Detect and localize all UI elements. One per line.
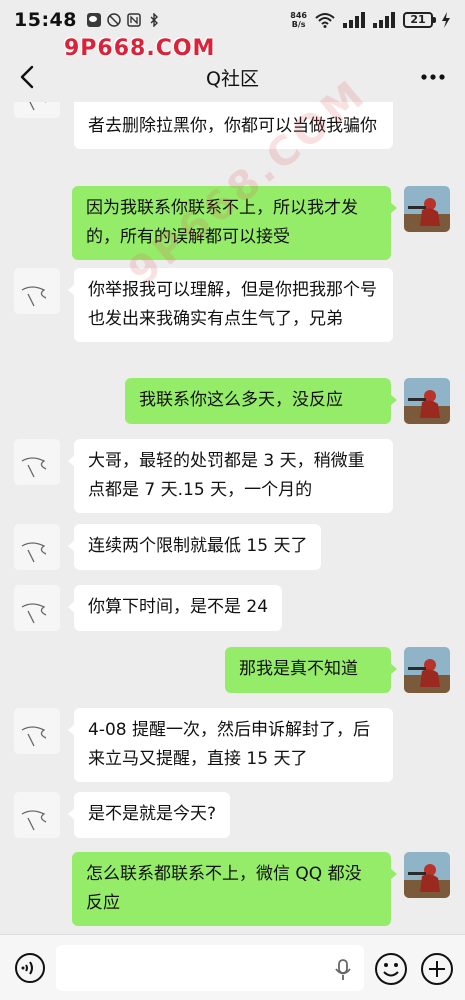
wechat-icon <box>86 13 101 27</box>
net-speed-value: 846 <box>290 11 307 20</box>
input-bar <box>0 934 465 1000</box>
avatar-self[interactable] <box>404 647 450 693</box>
message-bubble[interactable]: 连续两个限制就最低 15 天了 <box>67 524 322 570</box>
notification-icons <box>86 13 161 27</box>
avatar-sketch-icon <box>14 792 60 838</box>
message-input[interactable] <box>56 945 364 991</box>
plus-icon[interactable] <box>420 952 454 986</box>
avatar-sketch-icon <box>14 268 60 314</box>
chevron-left-icon[interactable] <box>16 64 40 90</box>
dnd-icon <box>107 13 121 27</box>
avatar-self-icon <box>404 186 450 232</box>
message-bubble[interactable]: 大哥，最轻的处罚都是 3 天，稍微重点都是 7 天.15 天，一个月的 <box>68 439 393 513</box>
avatar-other[interactable] <box>14 524 60 570</box>
chat-area[interactable]: 者去删除拉黑你，你都可以当做我骗你 因为我联系你联系不上，所以我才发的，所有的误… <box>0 102 465 934</box>
voice-icon[interactable] <box>14 952 46 984</box>
watermark-site: 9P668.COM <box>64 36 216 61</box>
avatar-sketch-icon <box>14 708 60 754</box>
battery-indicator: 21 <box>403 12 436 28</box>
avatar-self[interactable] <box>404 852 450 898</box>
avatar-self-icon <box>404 647 450 693</box>
status-time: 15:48 <box>14 9 77 31</box>
message-row: 者去删除拉黑你，你都可以当做我骗你 <box>14 102 393 149</box>
page-title: Q社区 <box>206 67 259 90</box>
avatar-self[interactable] <box>404 378 450 424</box>
message-row: 怎么联系都联系不上，微信 QQ 都没反应 <box>72 852 450 926</box>
emoji-icon[interactable] <box>374 952 408 986</box>
avatar-self[interactable] <box>404 186 450 232</box>
message-bubble[interactable]: 我联系你这么多天，没反应 <box>125 378 397 424</box>
wifi-icon <box>315 13 335 28</box>
message-row: 那我是真不知道 <box>225 647 450 693</box>
message-row: 因为我联系你联系不上，所以我才发的，所有的误解都可以接受 <box>72 186 450 260</box>
message-row: 你举报我可以理解，但是你把我那个号也发出来我确实有点生气了，兄弟 <box>14 268 393 342</box>
message-bubble[interactable]: 是不是就是今天? <box>67 792 231 838</box>
avatar-self-icon <box>404 852 450 898</box>
avatar-sketch-icon <box>14 102 60 118</box>
message-bubble[interactable]: 你举报我可以理解，但是你把我那个号也发出来我确实有点生气了，兄弟 <box>68 268 393 342</box>
avatar-other[interactable] <box>14 792 60 838</box>
more-dots-icon[interactable] <box>419 64 447 90</box>
avatar-sketch-icon <box>14 585 60 631</box>
nfc-icon <box>127 13 141 27</box>
message-row: 4-08 提醒一次，然后申诉解封了，后来立马又提醒，直接 15 天了 <box>14 708 393 782</box>
message-bubble[interactable]: 者去删除拉黑你，你都可以当做我骗你 <box>74 102 393 149</box>
signal-icon-2 <box>373 12 395 28</box>
avatar-other[interactable] <box>14 708 60 754</box>
message-bubble[interactable]: 因为我联系你联系不上，所以我才发的，所有的误解都可以接受 <box>72 186 397 260</box>
status-bar: 15:48 846 B/s 21 <box>0 0 465 40</box>
avatar-sketch-icon <box>14 439 60 485</box>
message-bubble[interactable]: 怎么联系都联系不上，微信 QQ 都没反应 <box>72 852 397 926</box>
avatar-sketch-icon <box>14 524 60 570</box>
net-speed-unit: B/s <box>291 20 306 29</box>
charging-icon <box>442 12 450 28</box>
message-row: 大哥，最轻的处罚都是 3 天，稍微重点都是 7 天.15 天，一个月的 <box>14 439 393 513</box>
net-speed: 846 B/s <box>290 11 307 29</box>
avatar-other[interactable] <box>14 268 60 314</box>
message-row: 连续两个限制就最低 15 天了 <box>14 524 322 570</box>
message-bubble[interactable]: 你算下时间，是不是 24 <box>67 585 283 631</box>
avatar-other[interactable] <box>14 439 60 485</box>
message-row: 我联系你这么多天，没反应 <box>125 378 450 424</box>
signal-icon <box>343 12 365 28</box>
message-bubble[interactable]: 4-08 提醒一次，然后申诉解封了，后来立马又提醒，直接 15 天了 <box>68 708 393 782</box>
status-right: 846 B/s 21 <box>290 11 451 29</box>
message-row: 你算下时间，是不是 24 <box>14 585 283 631</box>
bluetooth-icon <box>150 13 158 27</box>
message-bubble[interactable]: 那我是真不知道 <box>225 647 397 693</box>
avatar-other[interactable] <box>14 102 60 118</box>
avatar-other[interactable] <box>14 585 60 631</box>
microphone-icon[interactable] <box>334 959 352 981</box>
avatar-self-icon <box>404 378 450 424</box>
message-row: 是不是就是今天? <box>14 792 231 838</box>
